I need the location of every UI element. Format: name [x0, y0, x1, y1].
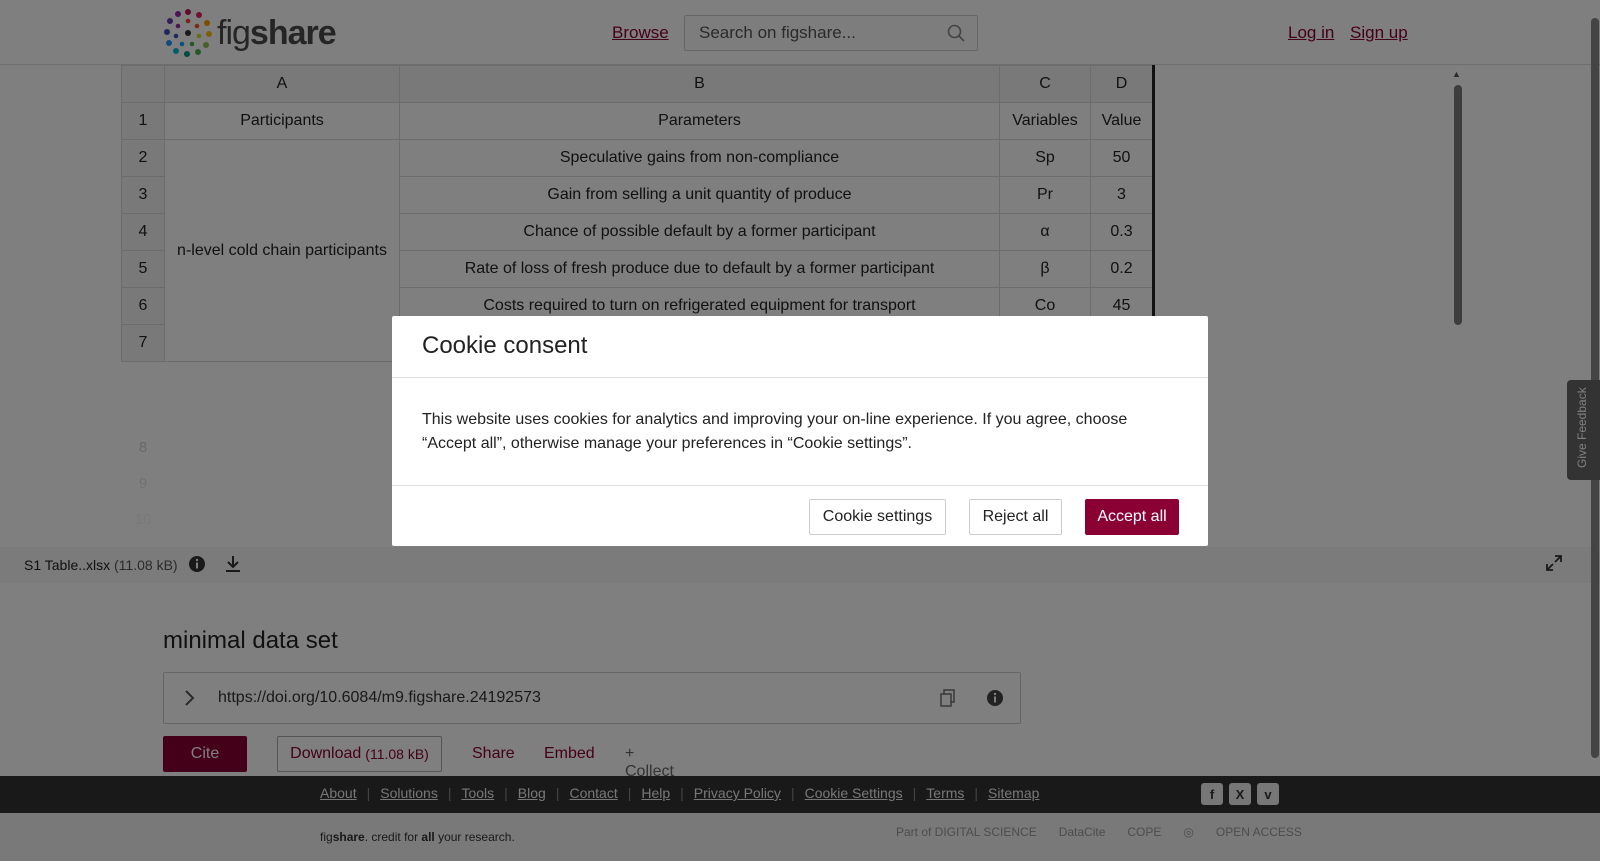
- cookie-settings-button[interactable]: Cookie settings: [809, 499, 946, 535]
- cookie-dialog-title: Cookie consent: [422, 332, 588, 359]
- divider: [392, 377, 1208, 378]
- modal-backdrop: Cookie consent This website uses cookies…: [0, 0, 1600, 861]
- divider: [392, 485, 1208, 486]
- accept-all-button[interactable]: Accept all: [1085, 499, 1179, 535]
- cookie-consent-dialog: Cookie consent This website uses cookies…: [392, 316, 1208, 546]
- cookie-dialog-body: This website uses cookies for analytics …: [422, 411, 1128, 452]
- reject-all-button[interactable]: Reject all: [969, 499, 1062, 535]
